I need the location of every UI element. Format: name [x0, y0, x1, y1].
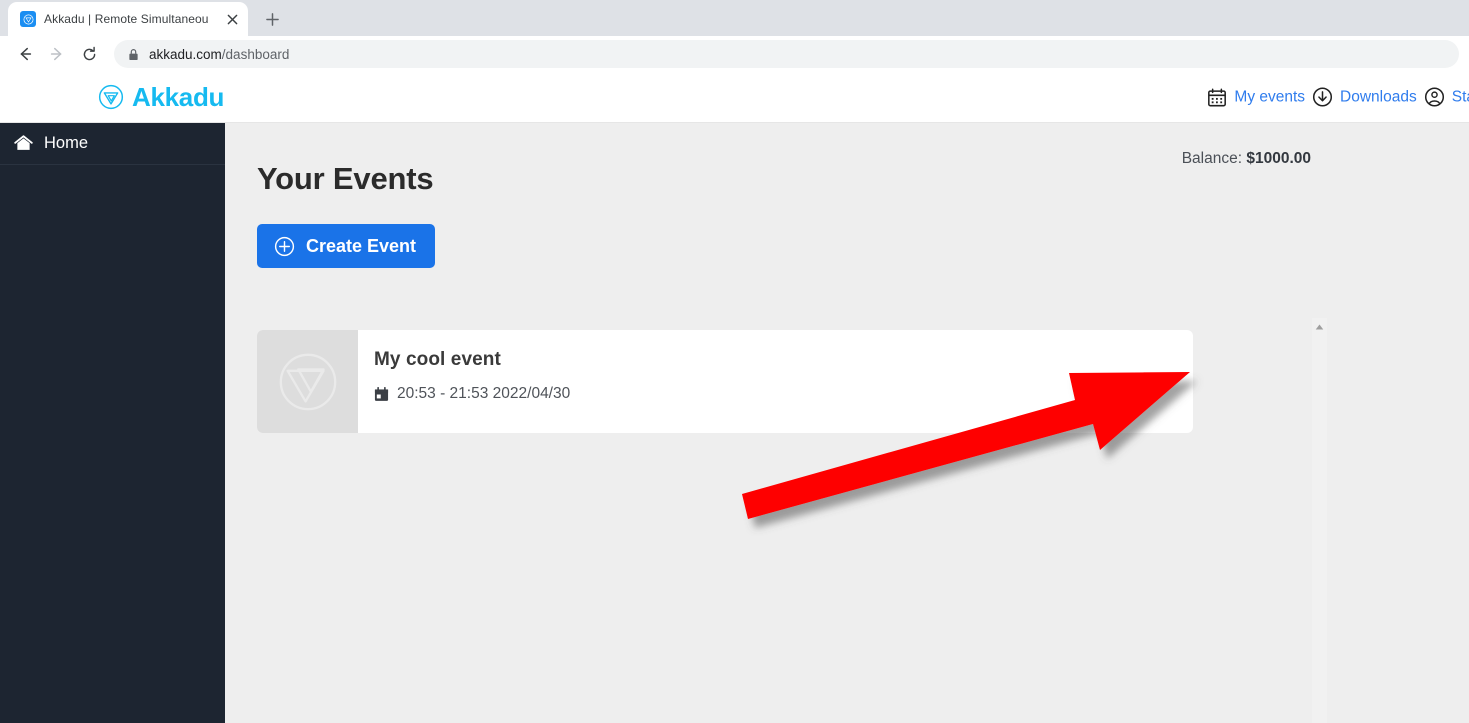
event-info: My cool event 20:53 - 21:53 2022/04/30	[358, 330, 1193, 433]
event-time-text: 20:53 - 21:53 2022/04/30	[397, 385, 571, 402]
address-bar[interactable]: akkadu.com/dashboard	[114, 40, 1459, 68]
address-bar-text: akkadu.com/dashboard	[149, 47, 289, 62]
forward-arrow-icon[interactable]	[42, 39, 72, 69]
browser-chrome: Akkadu | Remote Simultaneou akkadu.com/d…	[0, 0, 1469, 72]
browser-toolbar: akkadu.com/dashboard	[0, 36, 1469, 72]
reload-icon[interactable]	[74, 39, 104, 69]
create-event-label: Create Event	[306, 235, 417, 256]
app-header: Akkadu My events Downloads St	[0, 72, 1469, 123]
url-domain: akkadu.com	[149, 46, 222, 62]
nav-label-account: Sta	[1451, 88, 1469, 105]
browser-tab[interactable]: Akkadu | Remote Simultaneou	[8, 2, 248, 36]
balance-label: Balance:	[1181, 150, 1243, 167]
event-thumbnail	[257, 330, 358, 433]
akkadu-logo-icon	[98, 84, 124, 110]
url-path: /dashboard	[221, 46, 290, 62]
calendar-icon	[1207, 87, 1227, 107]
balance-display: Balance: $1000.00	[1182, 150, 1311, 168]
sidebar: Home	[0, 123, 225, 723]
back-arrow-icon[interactable]	[10, 39, 40, 69]
new-tab-button[interactable]	[258, 5, 286, 33]
main-content: Balance: $1000.00 Your Events Create Eve…	[225, 123, 1469, 723]
akkadu-favicon-icon	[20, 11, 36, 27]
nav-item-my-events[interactable]: My events	[1207, 87, 1305, 107]
plus-circle-icon	[274, 236, 295, 257]
lock-icon	[128, 48, 139, 61]
nav-label-my-events: My events	[1234, 88, 1306, 105]
scroll-up-arrow-icon[interactable]	[1312, 318, 1327, 335]
event-title: My cool event	[374, 349, 501, 370]
nav-label-downloads: Downloads	[1340, 88, 1417, 105]
content-scrollbar[interactable]	[1312, 318, 1327, 723]
create-event-button[interactable]: Create Event	[257, 224, 436, 268]
brand-name: Akkadu	[132, 81, 225, 112]
close-icon[interactable]	[224, 11, 240, 27]
event-card[interactable]: My cool event 20:53 - 21:53 2022/04/30	[257, 330, 1193, 433]
nav-item-account[interactable]: Sta	[1424, 87, 1469, 108]
app-body: Home Balance: $1000.00 Your Events Creat…	[0, 123, 1469, 723]
calendar-icon	[374, 386, 389, 402]
balance-value: $1000.00	[1246, 150, 1311, 167]
nav-item-downloads[interactable]: Downloads	[1312, 87, 1417, 108]
event-time: 20:53 - 21:53 2022/04/30	[374, 385, 1193, 403]
sidebar-item-home[interactable]: Home	[0, 123, 225, 165]
event-list: My cool event 20:53 - 21:53 2022/04/30	[257, 330, 1469, 433]
brand-logo[interactable]: Akkadu	[98, 82, 224, 113]
sidebar-item-label: Home	[44, 134, 89, 152]
akkadu-watermark-icon	[275, 349, 341, 415]
header-nav: My events Downloads Sta	[1207, 87, 1469, 108]
home-icon	[14, 134, 33, 153]
browser-tab-title: Akkadu | Remote Simultaneou	[44, 12, 209, 26]
browser-tabstrip: Akkadu | Remote Simultaneou	[0, 0, 1469, 36]
download-circle-icon	[1312, 87, 1333, 108]
user-circle-icon	[1424, 87, 1445, 108]
